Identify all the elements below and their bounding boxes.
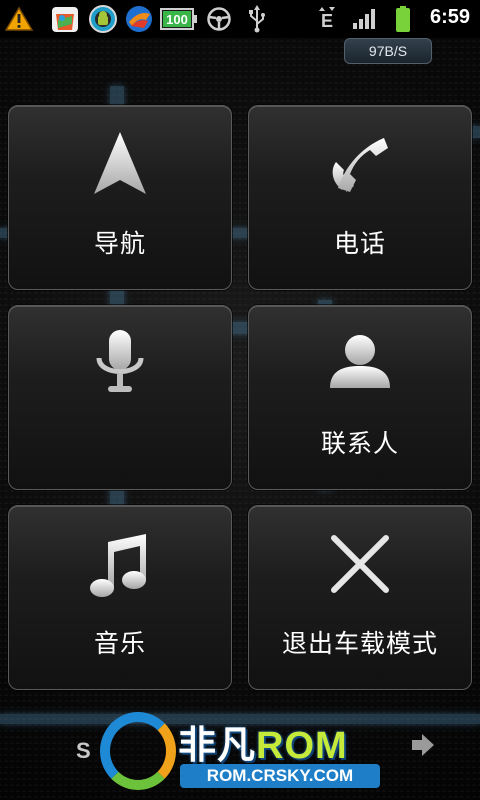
contacts-tile[interactable]: 联系人 (248, 305, 472, 490)
battery-level-text: 100 (166, 12, 188, 27)
phone-icon (332, 138, 388, 192)
tile-label: 电话 (333, 229, 386, 258)
tile-label: 导航 (93, 229, 146, 258)
tile-label: 退出车载模式 (281, 629, 438, 658)
tile-label: 音乐 (93, 629, 146, 658)
navigation-tile[interactable]: 导航 (8, 105, 232, 290)
contact-person-icon (330, 335, 390, 388)
battery-100-icon: 100 (160, 4, 198, 34)
car-mode-screen: 100 E 6:59 97B/S 导航 电话 联系人 音乐 退出车载模式 S 非… (0, 0, 480, 800)
status-bar: 100 E 6:59 (0, 0, 480, 38)
tile-label: 联系人 (320, 429, 399, 458)
microphone-icon (96, 330, 144, 392)
voice-tile[interactable] (8, 305, 232, 490)
warning-icon[interactable] (4, 4, 34, 34)
svg-text:E: E (321, 11, 333, 31)
music-tile[interactable]: 音乐 (8, 505, 232, 690)
watermark-brand: 非凡ROM (178, 714, 348, 769)
download-app-icon[interactable] (124, 4, 154, 34)
watermark-url: ROM.CRSKY.COM (180, 764, 380, 788)
phone-tile[interactable]: 电话 (248, 105, 472, 290)
app-store-icon[interactable] (50, 4, 80, 34)
android-cleaner-icon[interactable] (88, 4, 118, 34)
usb-icon (242, 4, 272, 34)
steering-wheel-icon (204, 4, 234, 34)
close-x-icon (331, 535, 389, 593)
clock: 6:59 (429, 6, 470, 28)
crsky-rom-watermark: 非凡ROM ROM.CRSKY.COM (86, 708, 396, 800)
watermark-brand-rom: ROM (256, 725, 348, 767)
signal-strength-icon (350, 4, 380, 34)
watermark-ring-logo (100, 712, 176, 790)
watermark-brand-cn: 非凡 (178, 725, 257, 767)
network-speed-badge: 97B/S (344, 38, 432, 64)
battery-icon (388, 4, 418, 34)
next-page-arrow-icon[interactable] (410, 732, 436, 758)
exit-car-mode-tile[interactable]: 退出车载模式 (248, 505, 472, 690)
navigation-arrow-icon (94, 132, 146, 194)
music-note-icon (90, 534, 146, 597)
edge-data-icon: E (312, 4, 342, 34)
